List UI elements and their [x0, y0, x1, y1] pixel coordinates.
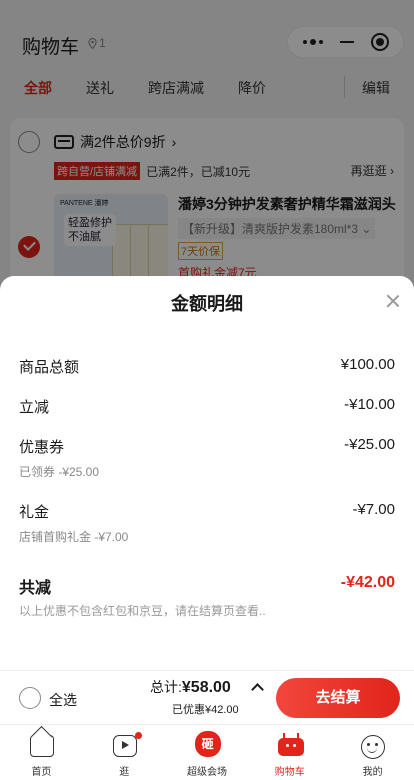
- cart-icon: [278, 733, 305, 756]
- total-amount: -¥42.00: [340, 574, 395, 591]
- home-icon: [30, 735, 54, 757]
- amount-detail-sheet: 金额明细 商品总额 ¥100.00 立减 -¥10.00 优惠券 -¥25.00…: [0, 276, 414, 780]
- sum-amount: ¥58.00: [181, 679, 231, 696]
- chevron-up-icon[interactable]: [251, 683, 264, 696]
- tab-label: 首页: [31, 767, 52, 778]
- video-icon: [112, 732, 142, 757]
- row-label: 商品总额: [19, 359, 80, 376]
- tab-label: 我的: [362, 767, 383, 778]
- row-amount: -¥7.00: [352, 501, 395, 518]
- bottom-tab-bar: 首页 逛 砸 超级会场 购物车 我的: [0, 724, 414, 780]
- sum-label: 总计:: [150, 679, 182, 695]
- gift-detail: 店铺首购礼金 -¥7.00: [19, 530, 129, 544]
- tab-profile[interactable]: 我的: [331, 725, 414, 780]
- select-all-radio[interactable]: [19, 687, 41, 709]
- total-label: 共减: [19, 580, 52, 597]
- row-label: 优惠券: [19, 439, 65, 456]
- detail-row-total: 共减 -¥42.00: [19, 574, 395, 598]
- venue-icon: 砸: [194, 731, 221, 757]
- close-icon[interactable]: [386, 294, 400, 308]
- tab-label: 购物车: [274, 767, 305, 778]
- tab-cart[interactable]: 购物车: [248, 725, 331, 780]
- select-all-label[interactable]: 全选: [49, 690, 77, 710]
- detail-row-discount: 立减 -¥10.00: [19, 396, 395, 417]
- total-price: 总计:¥58.00: [150, 677, 231, 697]
- row-label: 礼金: [19, 504, 50, 521]
- tab-label: 超级会场: [186, 767, 227, 778]
- profile-icon: [361, 735, 386, 759]
- checkout-button[interactable]: 去结算: [276, 678, 400, 718]
- row-amount: -¥10.00: [344, 396, 395, 413]
- sheet-title: 金额明细: [171, 294, 243, 314]
- tab-home[interactable]: 首页: [0, 725, 83, 780]
- notification-dot: [134, 732, 142, 739]
- saved-amount: 已优惠¥42.00: [172, 704, 239, 716]
- discount-note: 以上优惠不包含红包和京豆，请在结算页查看..: [19, 604, 266, 618]
- row-amount: ¥100.00: [340, 356, 395, 373]
- row-amount: -¥25.00: [344, 436, 395, 453]
- tab-browse[interactable]: 逛: [83, 725, 166, 780]
- detail-row-coupon: 优惠券 -¥25.00: [19, 436, 395, 457]
- detail-row-gift: 礼金 -¥7.00: [19, 501, 395, 522]
- checkout-bar: 全选 总计:¥58.00 已优惠¥42.00 去结算: [0, 670, 414, 724]
- tab-label: 逛: [119, 767, 130, 778]
- coupon-detail: 已领券 -¥25.00: [19, 465, 100, 479]
- row-label: 立减: [19, 399, 50, 416]
- detail-row-subtotal: 商品总额 ¥100.00: [19, 356, 395, 377]
- tab-venue[interactable]: 砸 超级会场: [166, 725, 249, 780]
